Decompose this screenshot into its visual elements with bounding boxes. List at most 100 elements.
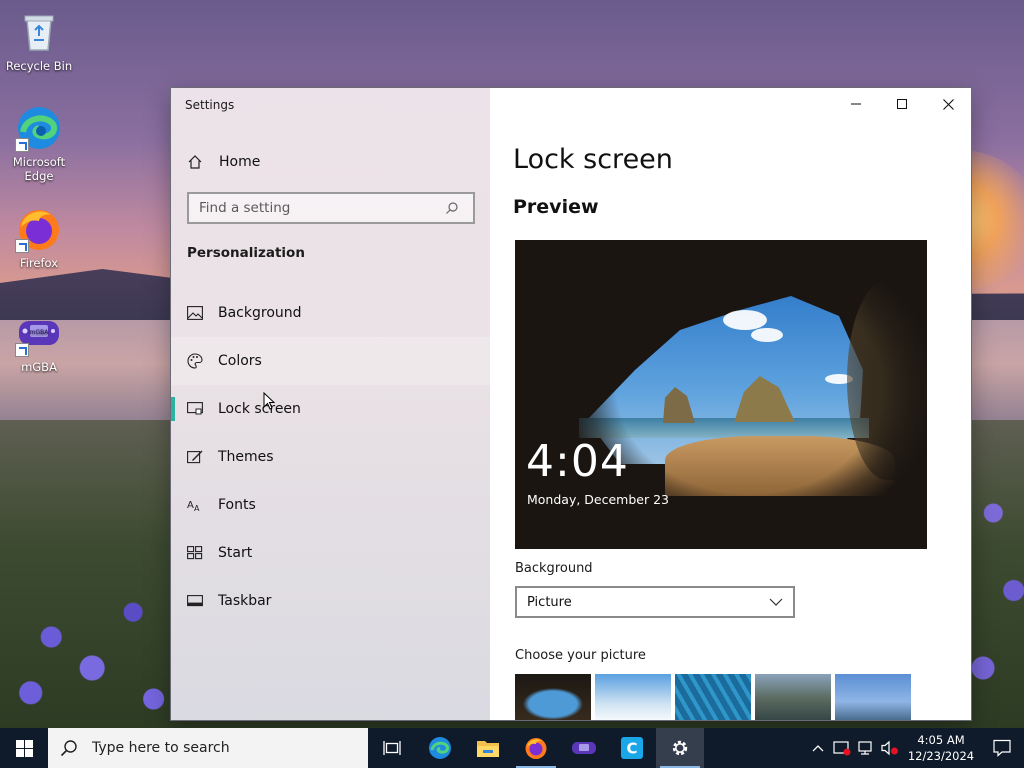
edge-icon xyxy=(429,737,451,759)
nav-home-label: Home xyxy=(219,154,261,170)
gear-icon xyxy=(672,740,688,756)
minimize-icon xyxy=(851,103,861,105)
shortcut-arrow-icon xyxy=(15,343,29,357)
clock-date: 12/23/2024 xyxy=(907,749,975,763)
desktop-icon-recycle-bin[interactable]: Recycle Bin xyxy=(1,8,77,73)
nav-item-label: Background xyxy=(218,305,302,321)
find-setting-search-box[interactable] xyxy=(187,192,475,224)
preview-date: Monday, December 23 xyxy=(527,492,669,507)
chevron-up-icon xyxy=(812,745,824,752)
edge-icon xyxy=(15,104,63,152)
nav-item-lock-screen[interactable]: Lock screen xyxy=(171,385,490,433)
picture-thumbnail-mountains[interactable] xyxy=(755,674,831,720)
home-icon xyxy=(188,155,202,169)
tray-security-icon-button[interactable] xyxy=(830,728,854,768)
nav-item-colors[interactable]: Colors xyxy=(171,337,490,385)
start-icon xyxy=(187,546,203,560)
svg-text:mGBA: mGBA xyxy=(30,329,50,336)
action-center-button[interactable] xyxy=(980,728,1024,768)
find-setting-input[interactable] xyxy=(199,200,445,216)
chevron-down-icon xyxy=(769,598,783,606)
nav-item-themes[interactable]: Themes xyxy=(171,433,490,481)
settings-content-pane: Lock screen Preview 4:04 Monday, Decembe… xyxy=(490,88,971,720)
svg-text:A: A xyxy=(187,500,194,511)
close-button[interactable] xyxy=(925,88,971,120)
choose-picture-label: Choose your picture xyxy=(515,648,646,663)
taskbar-icon xyxy=(187,595,203,607)
palette-icon xyxy=(187,353,203,369)
svg-text:C: C xyxy=(626,740,637,758)
maximize-button[interactable] xyxy=(879,88,925,120)
windows-logo-icon xyxy=(15,739,33,757)
shortcut-arrow-icon xyxy=(15,239,29,253)
nav-item-background[interactable]: Background xyxy=(171,289,490,337)
task-view-icon xyxy=(383,741,401,755)
firefox-icon xyxy=(15,205,63,253)
nav-item-taskbar[interactable]: Taskbar xyxy=(171,577,490,625)
picture-icon xyxy=(187,306,203,320)
background-dropdown[interactable]: Picture xyxy=(515,586,795,618)
nav-section-label: Personalization xyxy=(187,245,305,261)
task-view-button[interactable] xyxy=(368,728,416,768)
taskbar-app-c[interactable]: C xyxy=(608,728,656,768)
desktop-icon-firefox[interactable]: Firefox xyxy=(1,205,77,270)
lock-screen-preview: 4:04 Monday, December 23 xyxy=(515,240,927,549)
page-title: Lock screen xyxy=(513,144,673,175)
picture-thumbnail-sky[interactable] xyxy=(595,674,671,720)
picture-thumbnail-cave[interactable] xyxy=(515,674,591,720)
folder-icon xyxy=(477,741,499,757)
search-icon[interactable] xyxy=(445,201,459,215)
nav-home[interactable]: Home xyxy=(187,150,260,174)
svg-text:A: A xyxy=(194,504,200,512)
preview-time: 4:04 xyxy=(526,436,629,487)
security-alert-icon xyxy=(833,741,851,756)
preview-heading: Preview xyxy=(513,196,599,218)
tray-volume-button[interactable] xyxy=(878,728,902,768)
background-dropdown-value: Picture xyxy=(527,594,572,610)
clock-time: 4:05 AM xyxy=(917,733,965,747)
volume-muted-icon xyxy=(881,740,898,756)
nav-item-start[interactable]: Start xyxy=(171,529,490,577)
taskbar-app-mgba[interactable] xyxy=(560,728,608,768)
lock-screen-icon xyxy=(187,402,203,415)
app-c-icon: C xyxy=(621,737,643,759)
nav-item-label: Themes xyxy=(218,449,274,465)
fonts-icon: A A xyxy=(187,500,200,512)
network-icon xyxy=(858,741,872,755)
maximize-icon xyxy=(897,99,907,109)
taskbar-app-edge[interactable] xyxy=(416,728,464,768)
window-title: Settings xyxy=(185,98,235,112)
nav-item-label: Taskbar xyxy=(218,593,272,609)
taskbar-app-settings[interactable] xyxy=(656,728,704,768)
mgba-icon xyxy=(572,742,596,754)
minimize-button[interactable] xyxy=(833,88,879,120)
picture-thumbnail-coast[interactable] xyxy=(835,674,911,720)
nav-item-fonts[interactable]: A A Fonts xyxy=(171,481,490,529)
mouse-cursor-icon xyxy=(263,392,275,410)
nav-item-label: Colors xyxy=(218,353,262,369)
show-hidden-icons-button[interactable] xyxy=(806,728,830,768)
picture-thumbnail-underwater[interactable] xyxy=(675,674,751,720)
settings-window: Settings Home Personalization Background xyxy=(171,88,971,720)
taskbar-app-file-explorer[interactable] xyxy=(464,728,512,768)
system-tray: 4:05 AM 12/23/2024 xyxy=(806,728,1024,768)
firefox-icon xyxy=(525,738,547,759)
recycle-bin-icon xyxy=(15,8,63,56)
taskbar-search-box[interactable] xyxy=(48,728,368,768)
taskbar-clock[interactable]: 4:05 AM 12/23/2024 xyxy=(902,732,980,764)
settings-nav-pane: Settings Home Personalization Background xyxy=(171,88,490,720)
nav-item-label: Fonts xyxy=(218,497,256,513)
window-caption-buttons xyxy=(833,88,971,120)
background-label: Background xyxy=(515,561,593,576)
close-icon xyxy=(942,98,954,110)
themes-icon xyxy=(187,450,203,464)
tray-network-button[interactable] xyxy=(854,728,878,768)
taskbar-search-input[interactable] xyxy=(92,740,352,756)
start-button[interactable] xyxy=(0,728,48,768)
desktop-icon-mgba[interactable]: mGBA mGBA xyxy=(1,309,77,374)
picture-thumbnails xyxy=(515,674,911,720)
notification-icon xyxy=(993,739,1011,757)
taskbar: C 4: xyxy=(0,728,1024,768)
desktop-icon-microsoft-edge[interactable]: Microsoft Edge xyxy=(1,104,77,183)
taskbar-app-firefox[interactable] xyxy=(512,728,560,768)
